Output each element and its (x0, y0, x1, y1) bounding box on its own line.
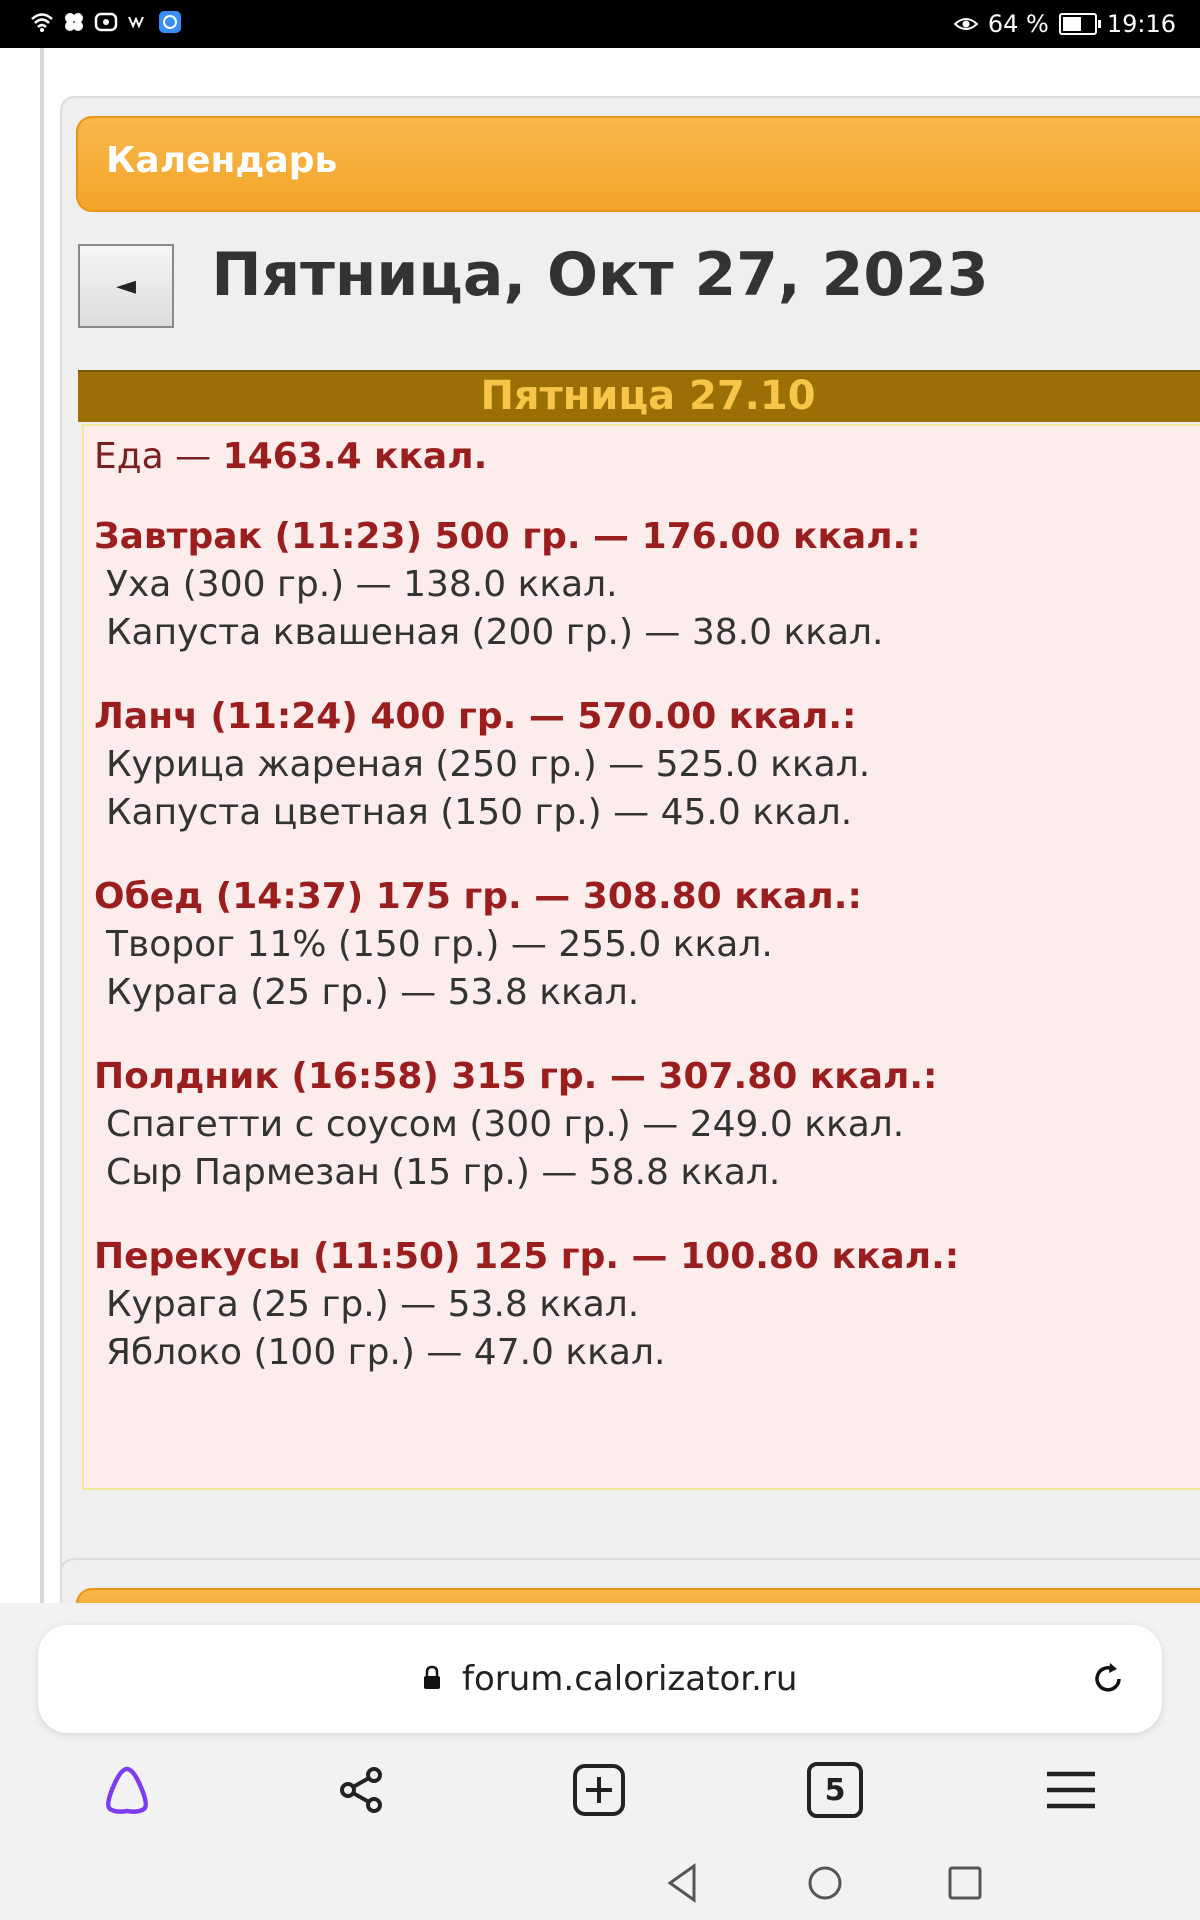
meal-title: Обед (14:37) 175 гр. — 308.80 ккал.: (94, 876, 862, 917)
total-calories: Еда — 1463.4 ккал. (94, 436, 1200, 477)
tabs-button[interactable]: 5 (800, 1755, 870, 1825)
meal-item: Спагетти с соусом (300 гр.) — 249.0 ккал… (106, 1104, 905, 1145)
plus-square-icon (573, 1764, 625, 1816)
meal-title: Перекусы (11:50) 125 гр. — 100.80 ккал.: (94, 1236, 960, 1277)
date-heading: Пятница, Окт 27, 2023 (211, 240, 989, 310)
status-icons-right: 64 % 19:16 (953, 10, 1176, 38)
meal-breakfast: Завтрак (11:23) 500 гр. — 176.00 ккал.: … (94, 513, 1200, 657)
meal-afternoon-snack: Полдник (16:58) 315 гр. — 307.80 ккал.: … (94, 1053, 1200, 1197)
status-bar: 64 % 19:16 (0, 0, 1200, 48)
system-navigation-bar (0, 1858, 1200, 1918)
wifi-icon (31, 13, 53, 32)
browser-toolbar: 5 (0, 1755, 1200, 1835)
battery-icon (1058, 13, 1101, 35)
meal-item: Курага (25 гр.) — 53.8 ккал. (106, 972, 640, 1013)
web-page: Календарь ◄ Пятница, Окт 27, 2023 Пятниц… (0, 48, 1200, 1603)
page-left-border (40, 48, 44, 1603)
message-app-icon (94, 12, 118, 32)
status-icons-left (30, 10, 182, 34)
home-nav-icon[interactable] (800, 1858, 850, 1908)
meal-snacks: Перекусы (11:50) 125 гр. — 100.80 ккал.:… (94, 1233, 1200, 1377)
flower-app-icon (65, 13, 83, 31)
day-food-log: Еда — 1463.4 ккал. Завтрак (11:23) 500 г… (82, 424, 1200, 1490)
battery-percent: 64 % (987, 10, 1049, 38)
reload-icon[interactable] (1088, 1659, 1128, 1699)
hamburger-menu-icon (1047, 1771, 1095, 1809)
browser-app-icon (159, 11, 181, 33)
tab-count: 5 (807, 1762, 863, 1818)
meal-item: Уха (300 гр.) — 138.0 ккал. (106, 564, 618, 605)
meal-item: Творог 11% (150 гр.) — 255.0 ккал. (106, 924, 773, 965)
share-button[interactable] (326, 1755, 396, 1825)
lock-icon (424, 1665, 440, 1689)
meal-title: Завтрак (11:23) 500 гр. — 176.00 ккал.: (94, 516, 921, 557)
calendar-header-bar: Календарь (76, 116, 1200, 212)
back-nav-icon[interactable] (660, 1858, 710, 1908)
vk-app-icon (128, 16, 144, 29)
meal-item: Капуста квашеная (200 гр.) — 38.0 ккал. (106, 612, 884, 653)
meal-dinner: Обед (14:37) 175 гр. — 308.80 ккал.: Тво… (94, 873, 1200, 1017)
share-icon (340, 1767, 382, 1813)
address-bar[interactable]: forum.calorizator.ru (38, 1625, 1162, 1733)
menu-button[interactable] (1036, 1755, 1106, 1825)
total-value: 1463.4 ккал. (222, 436, 488, 477)
url-text[interactable]: forum.calorizator.ru (462, 1659, 797, 1699)
day-header: Пятница 27.10 (78, 370, 1200, 422)
eye-icon (953, 18, 978, 30)
meal-item: Курица жареная (250 гр.) — 525.0 ккал. (106, 744, 871, 785)
clock: 19:16 (1106, 10, 1176, 38)
calendar-title: Календарь (106, 140, 338, 181)
meal-item: Капуста цветная (150 гр.) — 45.0 ккал. (106, 792, 853, 833)
meal-item: Яблоко (100 гр.) — 47.0 ккал. (106, 1332, 666, 1373)
new-tab-button[interactable] (564, 1755, 634, 1825)
alice-icon (105, 1766, 149, 1814)
prev-day-button[interactable]: ◄ (78, 244, 174, 328)
browser-bottom-chrome: forum.calorizator.ru 5 (0, 1603, 1200, 1920)
next-section-header-bar (76, 1588, 1200, 1603)
meal-item: Сыр Пармезан (15 гр.) — 58.8 ккал. (106, 1152, 781, 1193)
meal-title: Ланч (11:24) 400 гр. — 570.00 ккал.: (94, 696, 857, 737)
meal-item: Курага (25 гр.) — 53.8 ккал. (106, 1284, 640, 1325)
meal-lunch: Ланч (11:24) 400 гр. — 570.00 ккал.: Кур… (94, 693, 1200, 837)
total-label: Еда — (94, 436, 223, 477)
alice-assistant-button[interactable] (92, 1755, 162, 1825)
recents-nav-icon[interactable] (940, 1858, 990, 1908)
meal-title: Полдник (16:58) 315 гр. — 307.80 ккал.: (94, 1056, 938, 1097)
